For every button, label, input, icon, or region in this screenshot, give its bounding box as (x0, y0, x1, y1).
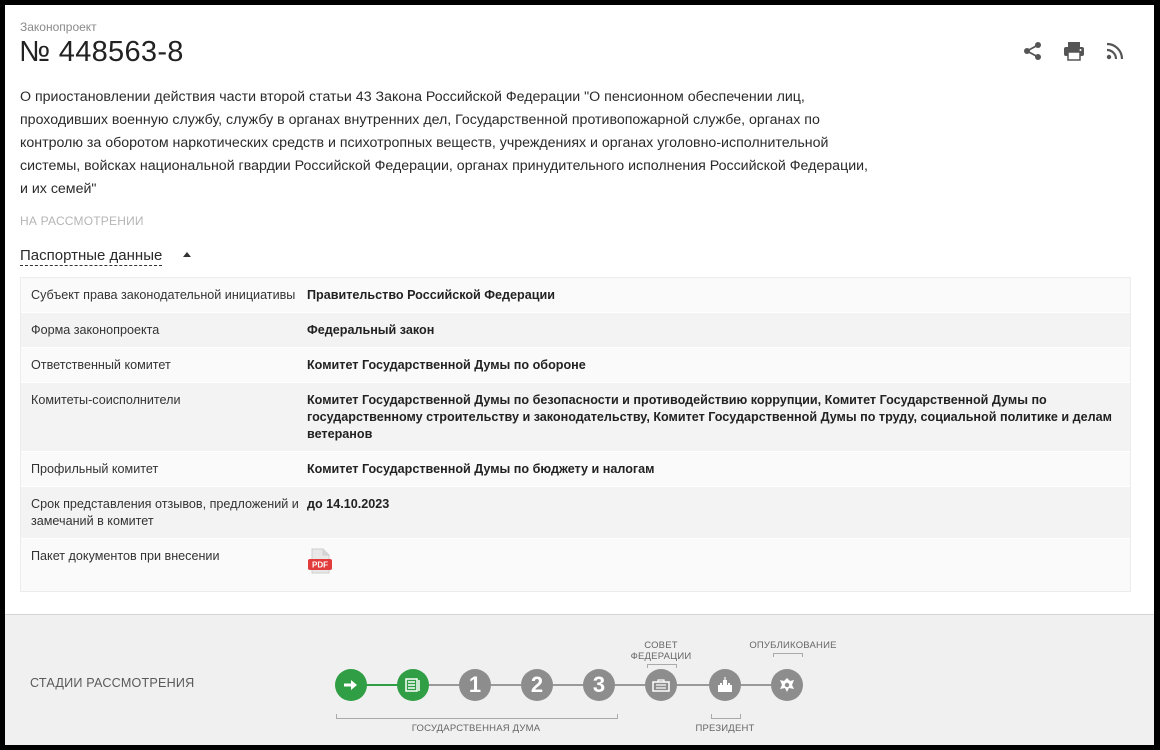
passport-row: Ответственный комитет Комитет Государств… (21, 348, 1130, 383)
page-kicker: Законопроект (20, 20, 97, 34)
caption-federation-council: СОВЕТ ФЕДЕРАЦИИ (630, 640, 692, 662)
pdf-label: PDF (312, 561, 328, 570)
stages-title: СТАДИИ РАССМОТРЕНИЯ (30, 676, 195, 690)
passport-row: Пакет документов при внесении PDF (21, 539, 1130, 591)
passport-row-value: Федеральный закон (307, 323, 435, 337)
passport-row: Субъект права законодательной инициативы… (21, 278, 1130, 313)
passport-row-value: PDF (307, 548, 1130, 579)
rss-icon[interactable] (1104, 40, 1126, 62)
duma-bracket (336, 714, 618, 719)
bill-number: № 448563-8 (19, 36, 184, 68)
passport-row: Срок представления отзывов, предложений … (21, 487, 1130, 539)
passport-row-value: Комитет Государственной Думы по безопасн… (307, 393, 1112, 441)
passport-row: Форма законопроекта Федеральный закон (21, 313, 1130, 348)
council-bracket (647, 664, 677, 668)
passport-row: Профильный комитет Комитет Государственн… (21, 452, 1130, 487)
document-list-icon (405, 678, 420, 692)
stage-preliminary[interactable] (397, 669, 429, 701)
passport-table: Субъект права законодательной инициативы… (20, 277, 1131, 592)
passport-row-label: Форма законопроекта (31, 323, 160, 337)
arrow-right-icon (344, 680, 357, 690)
passport-row-label: Ответственный комитет (31, 358, 171, 372)
print-icon[interactable] (1063, 40, 1085, 62)
passport-row-label: Пакет документов при внесении (31, 549, 220, 563)
emblem-icon (780, 678, 794, 692)
page-actions (1022, 40, 1126, 62)
stage-introduced[interactable] (335, 669, 367, 701)
stage-first-reading[interactable]: 1 (459, 669, 491, 701)
bill-description: О приостановлении действия части второй … (20, 89, 868, 197)
caption-president: ПРЕЗИДЕНТ (695, 723, 755, 734)
caret-up-icon[interactable] (183, 252, 191, 257)
federation-council-icon (652, 679, 670, 692)
caption-published: ОПУБЛИКОВАНИЕ (749, 640, 837, 651)
share-icon[interactable] (1022, 40, 1044, 62)
stage-third-reading[interactable]: 3 (583, 669, 615, 701)
president-bracket (711, 714, 741, 719)
passport-toggle[interactable]: Паспортные данные (20, 246, 163, 266)
passport-row-value: Комитет Государственной Думы по бюджету … (307, 462, 655, 476)
passport-row-label: Срок представления отзывов, предложений … (31, 497, 299, 528)
bill-page: Законопроект № 448563-8 О приостановлени… (5, 5, 1154, 745)
passport-row-value: Правительство Российской Федерации (307, 288, 555, 302)
stage-president[interactable] (709, 669, 741, 701)
passport-row: Комитеты-соисполнители Комитет Государст… (21, 383, 1130, 452)
stage-publication[interactable] (771, 669, 803, 701)
passport-row-value: Комитет Государственной Думы по обороне (307, 358, 586, 372)
president-icon (718, 677, 732, 692)
pdf-icon[interactable]: PDF (307, 548, 333, 579)
stage-federation-council[interactable] (645, 669, 677, 701)
caption-duma: ГОСУДАРСТВЕННАЯ ДУМА (411, 723, 541, 734)
stage-second-reading[interactable]: 2 (521, 669, 553, 701)
passport-row-value: до 14.10.2023 (307, 497, 390, 511)
stages-panel: СТАДИИ РАССМОТРЕНИЯ 1 2 3 СОВЕТ ФЕДЕРАЦИ… (5, 614, 1154, 745)
passport-row-label: Комитеты-соисполнители (31, 393, 181, 407)
passport-row-label: Субъект права законодательной инициативы (31, 288, 296, 302)
bill-status: НА РАССМОТРЕНИИ (20, 214, 144, 228)
published-bracket (773, 653, 803, 657)
passport-row-label: Профильный комитет (31, 462, 159, 476)
